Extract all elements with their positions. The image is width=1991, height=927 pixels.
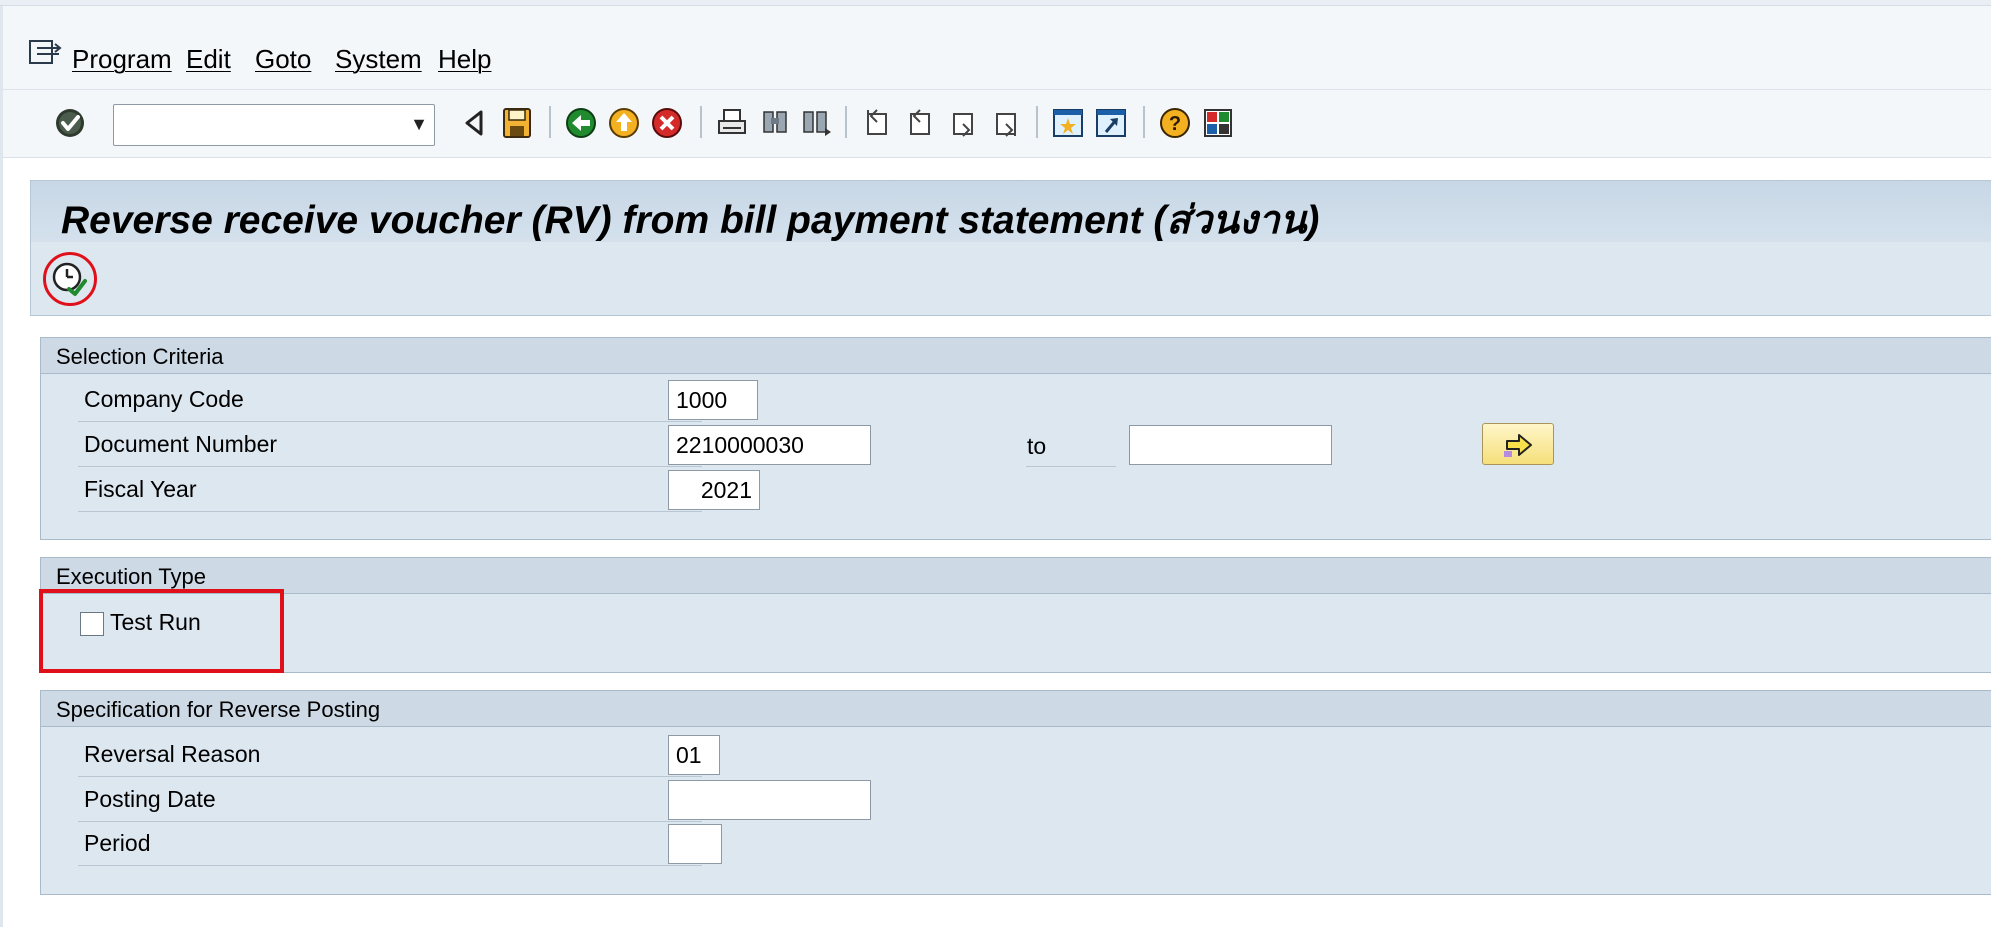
save-icon[interactable] [500, 106, 534, 140]
multiple-selection-button[interactable] [1482, 423, 1554, 465]
title-bar: Reverse receive voucher (RV) from bill p… [30, 180, 1991, 242]
posting-date-label: Posting Date [84, 786, 216, 812]
row-divider [78, 865, 702, 866]
toolbar-separator [1143, 106, 1145, 138]
shortcut-icon[interactable] [1094, 106, 1128, 140]
document-number-label: Document Number [84, 431, 278, 457]
menu-icon[interactable] [29, 40, 63, 66]
row-divider [78, 511, 702, 512]
menu-system[interactable]: System [335, 44, 422, 75]
find-icon[interactable] [758, 106, 792, 140]
find-next-icon[interactable] [799, 106, 833, 140]
fiscal-year-label: Fiscal Year [84, 476, 197, 502]
back-icon[interactable] [458, 106, 492, 140]
last-page-icon[interactable] [989, 106, 1023, 140]
menu-program[interactable]: Program [72, 44, 172, 75]
svg-text:?: ? [1169, 113, 1181, 135]
group-header: Specification for Reverse Posting [41, 691, 1991, 727]
row-divider [78, 776, 702, 777]
reversal-reason-label: Reversal Reason [84, 741, 261, 767]
toolbar-separator [1036, 106, 1038, 138]
execute-icon[interactable] [51, 261, 87, 297]
row-divider [78, 821, 702, 822]
green-back-icon[interactable] [564, 106, 598, 140]
group-title: Execution Type [56, 564, 207, 589]
help-icon[interactable]: ? [1158, 106, 1192, 140]
multiple-selection-arrow-icon [1504, 434, 1532, 457]
menu-bar: Program Edit Goto System Help [3, 6, 1991, 90]
chevron-down-icon[interactable]: ▼ [410, 114, 428, 135]
customize-layout-icon[interactable] [1201, 106, 1235, 140]
print-icon[interactable] [715, 106, 749, 140]
company-code-label: Company Code [84, 386, 244, 412]
execution-type-group: Execution Type Test Run [40, 557, 1991, 673]
company-code-field[interactable]: 1000 [668, 380, 758, 420]
application-toolbar [30, 242, 1991, 316]
toolbar-separator [700, 106, 702, 138]
create-session-icon[interactable] [1051, 106, 1085, 140]
highlight-box [39, 589, 284, 673]
group-header: Selection Criteria [41, 338, 1991, 374]
posting-date-field[interactable] [668, 780, 871, 820]
selection-criteria-group: Selection Criteria Company Code 1000 Doc… [40, 337, 1991, 540]
document-number-to-field[interactable] [1129, 425, 1332, 465]
menu-goto[interactable]: Goto [255, 44, 311, 75]
previous-page-icon[interactable] [903, 106, 937, 140]
toolbar-separator [549, 106, 551, 138]
group-title: Specification for Reverse Posting [56, 697, 381, 722]
document-number-from-field[interactable]: 2210000030 [668, 425, 871, 465]
toolbar-separator [845, 106, 847, 138]
group-header: Execution Type [41, 558, 1991, 594]
first-page-icon[interactable] [860, 106, 894, 140]
period-label: Period [84, 830, 151, 856]
row-divider [1026, 466, 1116, 467]
standard-toolbar: ▼ ? [3, 90, 1991, 158]
reversal-reason-field[interactable]: 01 [668, 735, 720, 775]
reverse-posting-group: Specification for Reverse Posting Revers… [40, 690, 1991, 895]
next-page-icon[interactable] [946, 106, 980, 140]
row-divider [78, 466, 702, 467]
to-label: to [1027, 433, 1047, 459]
fiscal-year-field[interactable]: 2021 [668, 470, 760, 510]
group-title: Selection Criteria [56, 344, 224, 369]
command-field[interactable]: ▼ [113, 104, 435, 146]
row-divider [78, 421, 702, 422]
enter-icon[interactable] [53, 106, 87, 140]
cancel-icon[interactable] [650, 106, 684, 140]
period-field[interactable] [668, 824, 722, 864]
exit-icon[interactable] [607, 106, 641, 140]
menu-help[interactable]: Help [438, 44, 491, 75]
menu-edit[interactable]: Edit [186, 44, 231, 75]
command-input[interactable] [114, 105, 394, 143]
